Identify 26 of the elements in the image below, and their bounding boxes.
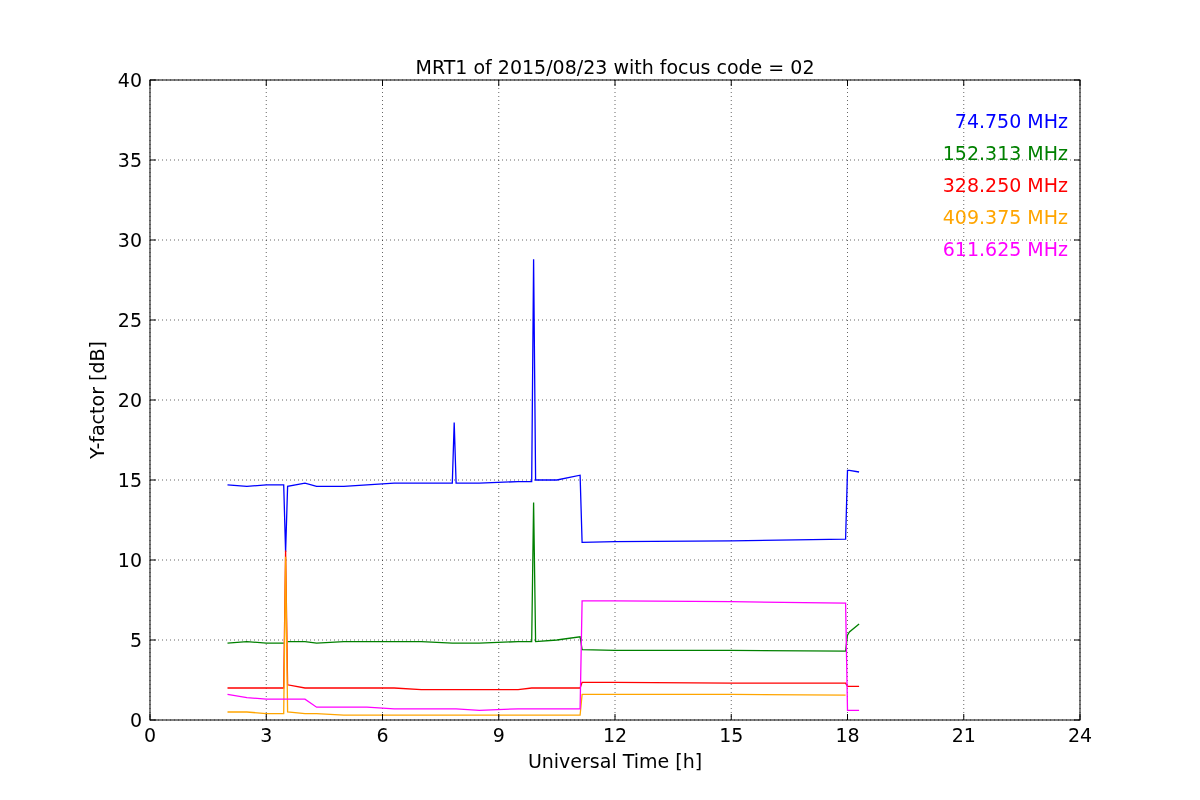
x-tick-label: 18 <box>835 724 860 746</box>
x-tick-label: 6 <box>376 724 389 746</box>
legend-label: 152.313 MHz <box>942 142 1068 164</box>
x-tick-label: 0 <box>143 724 157 746</box>
legend-label: 611.625 MHz <box>942 238 1068 260</box>
legend-label: 74.750 MHz <box>954 110 1068 132</box>
x-tick-label: 24 <box>1067 724 1093 746</box>
y-tick-label: 25 <box>117 309 142 331</box>
y-tick-label: 10 <box>117 549 142 571</box>
y-tick-label: 40 <box>117 69 142 91</box>
y-tick-label: 20 <box>117 389 142 411</box>
y-tick-label: 0 <box>129 709 142 731</box>
legend-label: 328.250 MHz <box>942 174 1068 196</box>
y-tick-label: 30 <box>117 229 142 251</box>
chart-title: MRT1 of 2015/08/23 with focus code = 02 <box>415 56 815 78</box>
y-tick-label: 35 <box>117 149 142 171</box>
x-axis-label: Universal Time [h] <box>527 750 703 772</box>
x-tick-label: 21 <box>951 724 976 746</box>
y-tick-label: 5 <box>129 629 142 651</box>
x-tick-label: 3 <box>260 724 273 746</box>
x-tick-label: 9 <box>492 724 505 746</box>
y-tick-label: 15 <box>117 469 142 491</box>
x-tick-label: 12 <box>602 724 628 746</box>
y-axis-label: Y-factor [dB] <box>86 341 108 459</box>
legend-label: 409.375 MHz <box>942 206 1068 228</box>
x-tick-label: 15 <box>719 724 744 746</box>
